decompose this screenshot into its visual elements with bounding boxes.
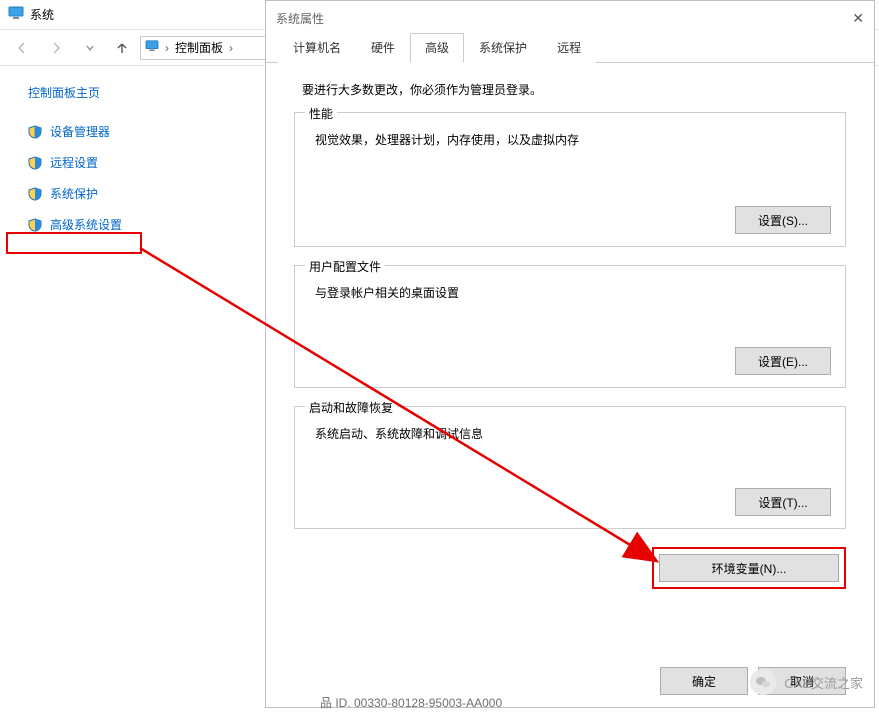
system-properties-dialog: 系统属性 ✕ 计算机名 硬件 高级 系统保护 远程 要进行大多数更改，你必须作为… [265, 0, 875, 708]
sidebar-item-label: 高级系统设置 [50, 216, 122, 233]
watermark-text: CAE交流之家 [784, 673, 863, 692]
tab-computer-name[interactable]: 计算机名 [278, 33, 356, 63]
group-profiles: 用户配置文件 与登录帐户相关的桌面设置 设置(E)... [294, 265, 846, 388]
monitor-icon [145, 40, 159, 55]
tab-strip: 计算机名 硬件 高级 系统保护 远程 [266, 35, 874, 63]
tab-protection[interactable]: 系统保护 [464, 33, 542, 63]
tab-advanced[interactable]: 高级 [410, 33, 464, 63]
shield-icon [28, 125, 42, 139]
watermark: CAE交流之家 [750, 669, 863, 695]
group-legend: 启动和故障恢复 [305, 399, 397, 416]
group-desc: 系统启动、系统故障和调试信息 [315, 425, 831, 442]
tab-hardware[interactable]: 硬件 [356, 33, 410, 63]
breadcrumb-item[interactable]: 控制面板 [175, 39, 223, 56]
annotation-highlight: 环境变量(N)... [652, 547, 846, 589]
nav-up-button[interactable] [110, 36, 134, 60]
sidebar-item-protection[interactable]: 系统保护 [28, 185, 180, 202]
group-legend: 性能 [305, 105, 337, 122]
environment-variables-button[interactable]: 环境变量(N)... [659, 554, 839, 582]
annotation-highlight [6, 232, 142, 254]
sidebar-item-remote[interactable]: 远程设置 [28, 154, 180, 171]
nav-back-button[interactable] [8, 34, 36, 62]
profiles-settings-button[interactable]: 设置(E)... [735, 347, 831, 375]
group-desc: 视觉效果，处理器计划，内存使用，以及虚拟内存 [315, 131, 831, 148]
shield-icon [28, 187, 42, 201]
tab-remote[interactable]: 远程 [542, 33, 596, 63]
group-legend: 用户配置文件 [305, 258, 385, 275]
intro-text: 要进行大多数更改，你必须作为管理员登录。 [294, 81, 846, 98]
group-desc: 与登录帐户相关的桌面设置 [315, 284, 831, 301]
group-performance: 性能 视觉效果，处理器计划，内存使用，以及虚拟内存 设置(S)... [294, 112, 846, 247]
cp-sidebar: 控制面板主页 设备管理器 远程设置 系统保护 [0, 66, 190, 247]
shield-icon [28, 156, 42, 170]
sidebar-item-label: 远程设置 [50, 154, 98, 171]
dialog-titlebar: 系统属性 ✕ [266, 1, 874, 35]
cp-title: 系统 [30, 6, 54, 23]
performance-settings-button[interactable]: 设置(S)... [735, 206, 831, 234]
sidebar-item-label: 设备管理器 [50, 123, 110, 140]
startup-settings-button[interactable]: 设置(T)... [735, 488, 831, 516]
group-startup: 启动和故障恢复 系统启动、系统故障和调试信息 设置(T)... [294, 406, 846, 529]
dialog-title: 系统属性 [276, 10, 324, 27]
close-button[interactable]: ✕ [824, 10, 864, 27]
cp-home-link[interactable]: 控制面板主页 [28, 84, 180, 101]
dialog-content: 要进行大多数更改，你必须作为管理员登录。 性能 视觉效果，处理器计划，内存使用，… [266, 63, 874, 589]
sidebar-item-device-manager[interactable]: 设备管理器 [28, 123, 180, 140]
masked-product-id: 品 ID. 00330-80128-95003-AA000 [320, 694, 502, 711]
breadcrumb-sep: › [229, 41, 233, 55]
env-button-row: 环境变量(N)... [294, 547, 846, 589]
nav-forward-button[interactable] [42, 34, 70, 62]
sidebar-item-advanced[interactable]: 高级系统设置 [28, 216, 180, 233]
monitor-icon [8, 6, 24, 23]
shield-icon [28, 218, 42, 232]
ok-button[interactable]: 确定 [660, 667, 748, 695]
sidebar-item-label: 系统保护 [50, 185, 98, 202]
nav-recent-dropdown[interactable] [76, 34, 104, 62]
breadcrumb-sep: › [165, 41, 169, 55]
wechat-icon [750, 669, 776, 695]
